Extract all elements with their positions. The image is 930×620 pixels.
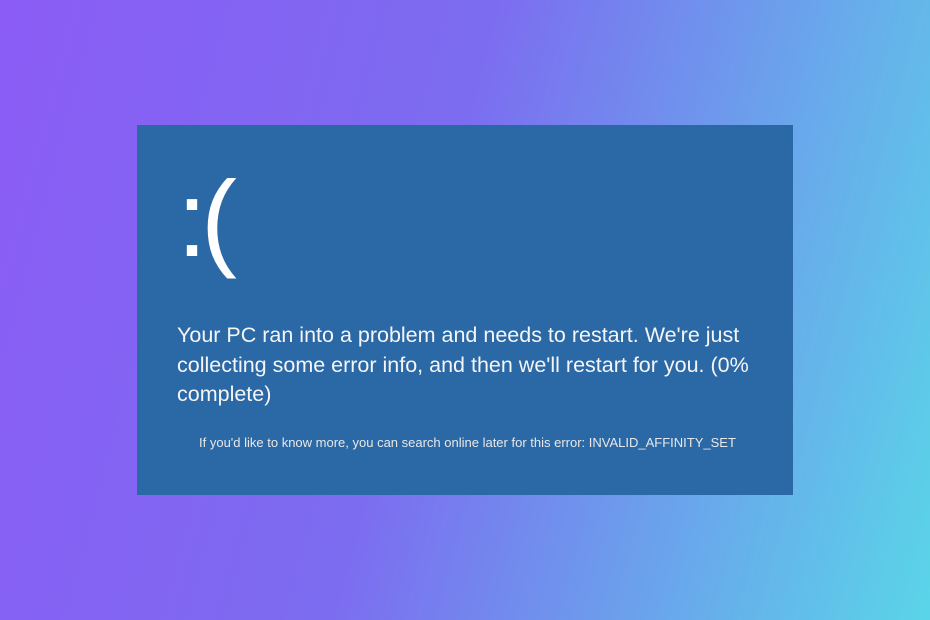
sad-face-icon: :( (177, 165, 753, 273)
error-search-hint: If you'd like to know more, you can sear… (199, 435, 589, 450)
bsod-screen: :( Your PC ran into a problem and needs … (137, 125, 793, 495)
error-code: INVALID_AFFINITY_SET (589, 435, 736, 450)
error-sub-message: If you'd like to know more, you can sear… (177, 434, 753, 452)
error-main-message: Your PC ran into a problem and needs to … (177, 321, 753, 410)
